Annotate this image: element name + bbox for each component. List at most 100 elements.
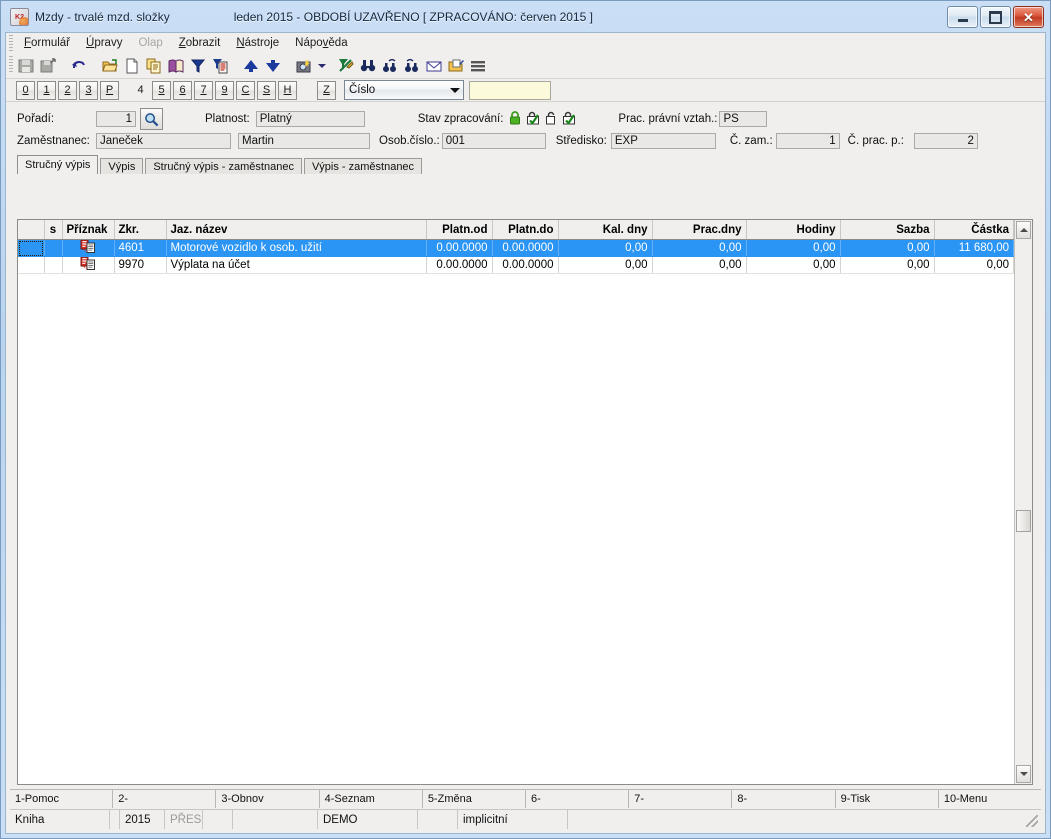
prac-vztah-field[interactable]: PS (719, 111, 768, 127)
cancel-filter-icon[interactable] (336, 56, 355, 75)
quick-btn-h[interactable]: H (278, 80, 297, 100)
save-as-icon[interactable] (38, 56, 57, 75)
save-icon[interactable] (16, 56, 35, 75)
col-platn-do[interactable]: Platn.do (492, 220, 559, 240)
red-document-pair-icon (80, 256, 96, 273)
osob-cislo-field[interactable]: 001 (441, 133, 546, 149)
quick-btn-p[interactable]: P (100, 80, 119, 100)
quick-btn-7[interactable]: 7 (194, 80, 213, 100)
maximize-button[interactable] (980, 6, 1011, 28)
col-marker[interactable] (18, 220, 45, 240)
stredisko-label: Středisko: (555, 135, 607, 147)
fkey-2[interactable]: 2- (113, 790, 217, 808)
quick-btn-9[interactable]: 9 (215, 80, 234, 100)
fkey-8[interactable]: 8- (732, 790, 836, 808)
status-spacer-4 (418, 810, 458, 829)
copy-icon[interactable] (144, 56, 163, 75)
quick-btn-4[interactable]: 4 (131, 81, 150, 100)
row-marker-cell[interactable] (18, 239, 45, 257)
menu-item-upravy[interactable]: Úpravy (78, 35, 130, 51)
quick-btn-1[interactable]: 1 (37, 80, 56, 100)
quick-btn-2[interactable]: 2 (58, 80, 77, 100)
tab-vypis-zamestnanec[interactable]: Výpis - zaměstnanec (303, 158, 423, 174)
col-platn-od[interactable]: Platn.od (426, 220, 493, 240)
menu-item-zobrazit[interactable]: Zobrazit (171, 35, 229, 51)
quick-btn-3[interactable]: 3 (79, 80, 98, 100)
quick-btn-6[interactable]: 6 (173, 80, 192, 100)
fkey-5[interactable]: 5-Změna (422, 790, 527, 808)
col-kal-dny[interactable]: Kal. dny (558, 220, 653, 240)
undo-icon[interactable] (69, 56, 88, 75)
book-icon[interactable] (166, 56, 185, 75)
menu-item-napoveda[interactable]: Nápověda (287, 35, 355, 51)
header-form: Pořadí: 1 Platnost: Platný Stav zpracová… (6, 102, 1045, 156)
row-castka-cell: 11 680,00 (934, 239, 1014, 257)
row-sazba-cell: 0,00 (840, 256, 935, 274)
col-priznak[interactable]: Příznak (62, 220, 115, 240)
col-s[interactable]: s (44, 220, 63, 240)
quick-btn-0[interactable]: 0 (16, 80, 35, 100)
quick-btn-c[interactable]: C (236, 80, 255, 100)
fkey-10[interactable]: 10-Menu (938, 790, 1042, 808)
camera-dropdown-arrow-icon[interactable] (316, 56, 327, 75)
close-button[interactable]: ✕ (1013, 6, 1044, 28)
col-hodiny[interactable]: Hodiny (746, 220, 841, 240)
resize-grip-icon[interactable] (1026, 815, 1038, 827)
quick-btn-z[interactable]: Z (317, 80, 336, 100)
table-row[interactable]: 9970 Výplata na účet 0.00.0000 0.00.0000… (18, 256, 1014, 274)
tab-strucny-vypis[interactable]: Stručný výpis (17, 155, 99, 174)
stredisko-field[interactable]: EXP (610, 133, 716, 149)
mail-icon[interactable] (424, 56, 443, 75)
find-next-icon[interactable] (402, 56, 421, 75)
new-document-icon[interactable] (122, 56, 141, 75)
c-prac-p-field[interactable]: 2 (913, 133, 978, 149)
sort-combo[interactable]: Číslo (344, 80, 464, 100)
quick-btn-5[interactable]: 5 (152, 80, 171, 100)
col-jaz-nazev[interactable]: Jaz. název (166, 220, 427, 240)
find-previous-icon[interactable] (380, 56, 399, 75)
menu-grip-icon[interactable] (9, 35, 13, 51)
tab-vypis[interactable]: Výpis (100, 158, 144, 174)
table-row[interactable]: 4601 Motorové vozidlo k osob. užití 0.00… (18, 239, 1014, 257)
col-sazba[interactable]: Sazba (840, 220, 935, 240)
menu-item-formular[interactable]: FFormulářormulář (16, 35, 78, 51)
zamestnanec-prijmeni-field[interactable]: Janeček (96, 133, 231, 149)
edit-document-icon[interactable] (446, 56, 465, 75)
search-input[interactable] (469, 80, 551, 100)
fkey-6[interactable]: 6- (526, 790, 630, 808)
col-castka[interactable]: Částka (934, 220, 1014, 240)
grid-tab-strip: Stručný výpis Výpis Stručný výpis - zamě… (6, 155, 1045, 174)
scroll-up-icon[interactable] (1016, 221, 1031, 239)
filter-list-icon[interactable] (210, 56, 229, 75)
menu-item-nastroje[interactable]: Nástroje (228, 35, 287, 51)
open-folder-icon[interactable] (100, 56, 119, 75)
c-zam-field[interactable]: 1 (775, 133, 840, 149)
zamestnanec-jmeno-field[interactable]: Martin (238, 133, 370, 149)
down-arrow-icon[interactable] (263, 56, 282, 75)
fkey-1[interactable]: 1-Pomoc (10, 790, 114, 808)
minimize-button[interactable] (947, 6, 978, 28)
platnost-field[interactable]: Platný (255, 111, 365, 127)
binoculars-icon[interactable] (358, 56, 377, 75)
row-marker-cell[interactable] (18, 256, 45, 274)
scroll-down-icon[interactable] (1016, 765, 1031, 783)
menu-lines-icon[interactable] (468, 56, 487, 75)
col-prac-dny[interactable]: Prac.dny (652, 220, 747, 240)
fkey-4[interactable]: 4-Seznam (319, 790, 423, 808)
window-controls: ✕ (947, 6, 1044, 28)
quick-btn-s[interactable]: S (257, 80, 276, 100)
grid-vertical-scrollbar[interactable] (1014, 220, 1032, 784)
fkey-7[interactable]: 7- (629, 790, 733, 808)
magnifier-icon[interactable] (140, 108, 163, 130)
fkey-3[interactable]: 3-Obnov (216, 790, 320, 808)
tab-strucny-vypis-zamestnanec[interactable]: Stručný výpis - zaměstnanec (145, 158, 302, 174)
camera-icon[interactable] (294, 56, 313, 75)
col-zkr[interactable]: Zkr. (114, 220, 167, 240)
filter-icon[interactable] (188, 56, 207, 75)
scrollbar-thumb[interactable] (1016, 510, 1031, 532)
fkey-9[interactable]: 9-Tisk (835, 790, 939, 808)
up-arrow-icon[interactable] (241, 56, 260, 75)
scrollbar-track[interactable] (1015, 240, 1032, 764)
toolbar-grip-icon[interactable] (9, 56, 13, 72)
poradi-field[interactable]: 1 (96, 111, 136, 127)
